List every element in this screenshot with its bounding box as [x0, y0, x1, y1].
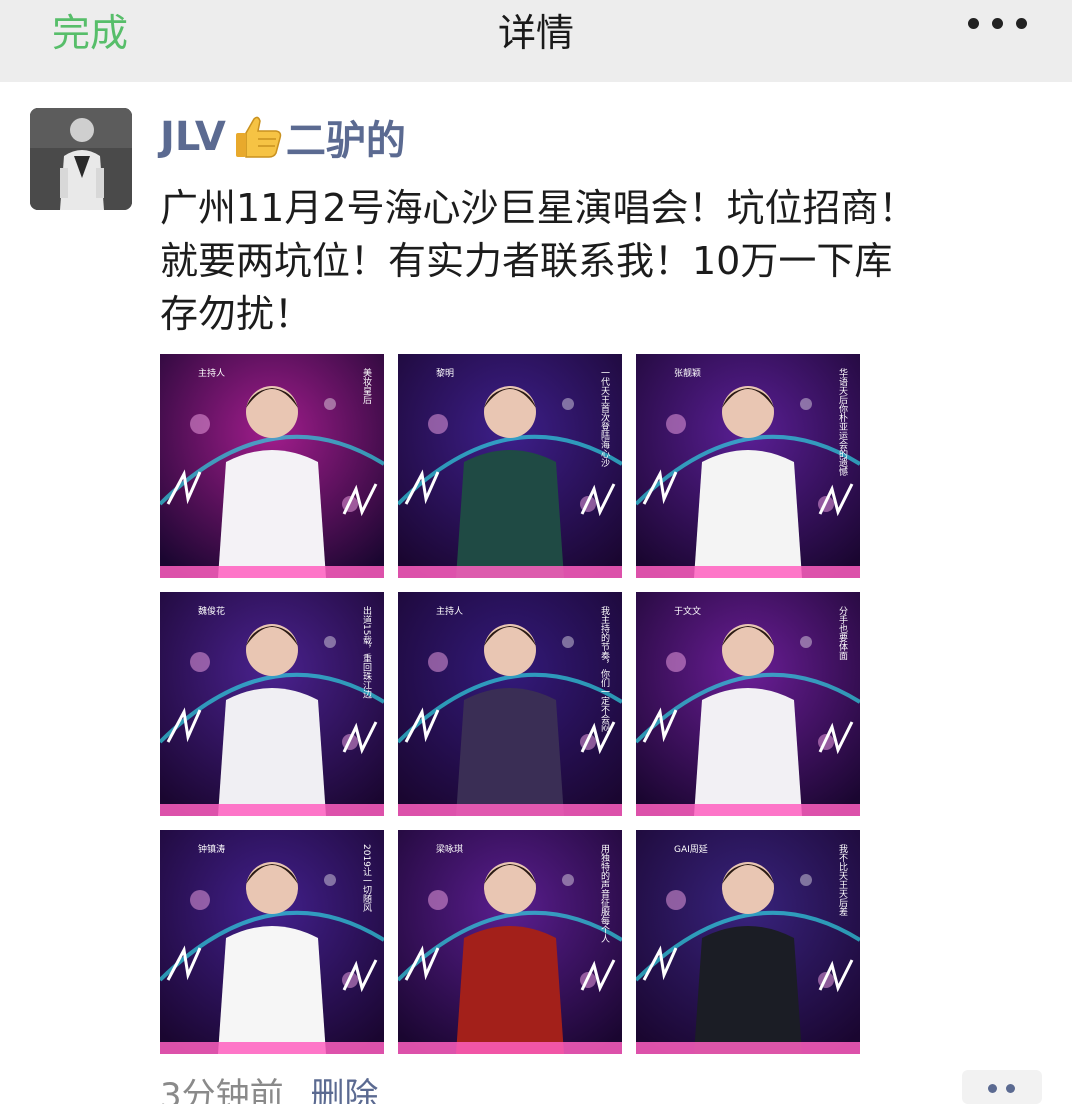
post-text: 广州11月2号海心沙巨星演唱会！坑位招商！ 就要两坑位！有实力者联系我！10万一…: [160, 182, 1050, 341]
poster-6[interactable]: 于文文 分手也要体面: [636, 592, 860, 816]
post-text-line: 广州11月2号海心沙巨星演唱会！坑位招商！: [160, 186, 917, 230]
poster-3[interactable]: 张靓颖 华语天后你朴亚运会的遗憾: [636, 354, 860, 578]
poster-caption-tagline: 分手也要体面: [837, 606, 848, 661]
poster-5[interactable]: 主持人 我主持的节奏，你们一定不会闷: [398, 592, 622, 816]
navbar: 完成 详情: [0, 0, 1072, 80]
poster-caption-tagline: 一代天王首次登陆海心沙: [599, 368, 610, 467]
more-dots-icon[interactable]: [962, 10, 1032, 40]
poster-caption-name: 魏俊花: [198, 605, 225, 617]
author-name[interactable]: JLV 二驴的: [160, 108, 406, 166]
poster-caption-tagline: 华语天后你朴亚运会的遗憾: [837, 367, 848, 477]
thumbs-up-icon: [232, 115, 284, 159]
avatar[interactable]: [30, 108, 132, 210]
page-title: 详情: [497, 11, 574, 55]
post-meta: 3分钟前 删除: [160, 1068, 378, 1104]
poster-caption-name: 于文文: [674, 605, 701, 617]
poster-8[interactable]: 梁咏琪 用独特的声音征服每个人: [398, 830, 622, 1054]
poster-caption-tagline: 我不比天王天后差: [837, 844, 848, 916]
poster-caption-name: 张靓颖: [674, 367, 701, 379]
image-grid: 主持人 美妆皇后 黎明 一代天王首次登陆海心沙 张靓颖 华语天后你朴亚运会的遗憾魏俊花 出道…: [160, 354, 860, 1056]
delete-button[interactable]: 删除: [310, 1076, 378, 1104]
comment-dots-icon[interactable]: [962, 1070, 1042, 1104]
timestamp: 3分钟前: [160, 1076, 284, 1104]
author-name-text: JLV: [160, 114, 226, 160]
poster-1[interactable]: 主持人 美妆皇后: [160, 354, 384, 578]
poster-2[interactable]: 黎明 一代天王首次登陆海心沙: [398, 354, 622, 578]
poster-caption-name: 主持人: [198, 367, 225, 379]
poster-caption-name: 梁咏琪: [436, 843, 463, 855]
poster-caption-name: 钟镇涛: [198, 843, 225, 855]
poster-caption-name: 主持人: [436, 605, 463, 617]
poster-9[interactable]: GAI周延 我不比天王天后差: [636, 830, 860, 1054]
poster-caption-name: GAI周延: [674, 843, 708, 855]
poster-4[interactable]: 魏俊花 出道15载，重回珠江边: [160, 592, 384, 816]
moment-detail: JLV 二驴的 广州11月2号海心沙巨星演唱会！坑位招商！ 就要两坑位！有实力者…: [0, 82, 1072, 1104]
poster-caption-name: 黎明: [436, 367, 454, 379]
post-text-line: 存勿扰！: [160, 292, 313, 336]
poster-caption-tagline: 2019让一切随风: [361, 844, 372, 913]
author-name-suffix: 二驴的: [285, 118, 406, 164]
poster-caption-tagline: 美妆皇后: [361, 367, 372, 405]
poster-7[interactable]: 钟镇涛 2019让一切随风: [160, 830, 384, 1054]
poster-caption-tagline: 用独特的声音征服每个人: [599, 844, 610, 943]
post-text-line: 就要两坑位！有实力者联系我！10万一下库: [160, 239, 893, 283]
poster-caption-tagline: 我主持的节奏，你们一定不会闷: [599, 606, 610, 733]
poster-caption-tagline: 出道15载，重回珠江边: [361, 605, 372, 699]
